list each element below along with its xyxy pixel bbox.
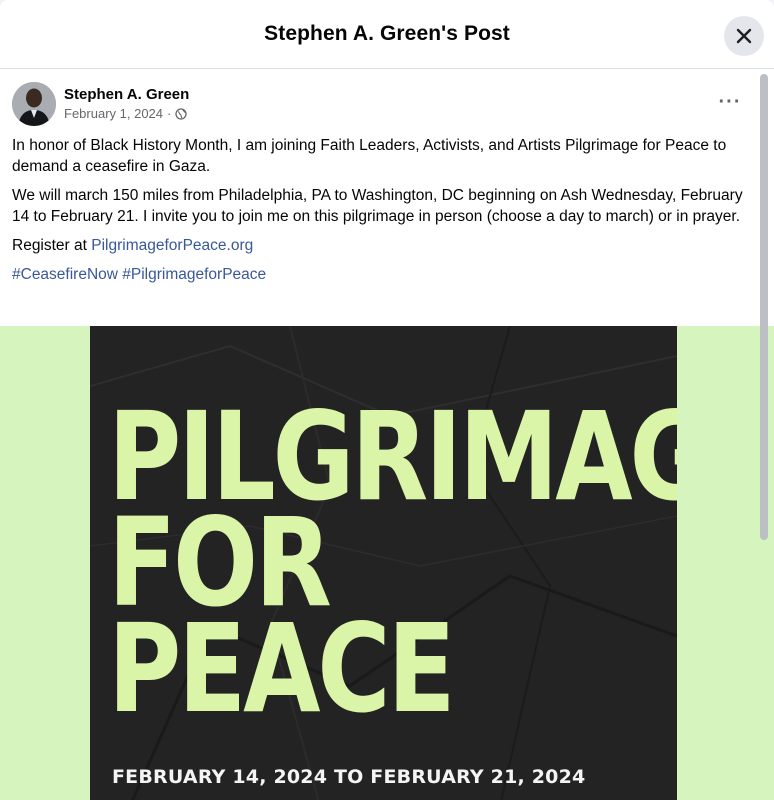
more-options-icon: ··· [718, 90, 742, 113]
dialog-header: Stephen A. Green's Post [0, 0, 774, 69]
post-date[interactable]: February 1, 2024 [64, 105, 163, 123]
post-dialog: Stephen A. Green's Post Stephen A. Green… [0, 0, 774, 800]
close-icon [736, 28, 752, 44]
hashtag-link[interactable]: #PilgrimageforPeace [122, 266, 266, 283]
post-media[interactable]: PILGRIMAGE FOR PEACE FEBRUARY 14, 2024 T… [0, 326, 774, 800]
avatar[interactable] [12, 82, 56, 126]
post-header: Stephen A. Green February 1, 2024 · [12, 82, 189, 126]
scrollbar-thumb[interactable] [760, 74, 768, 540]
avatar-image [12, 82, 56, 126]
poster-dates: FEBRUARY 14, 2024 TO FEBRUARY 21, 2024 [112, 766, 586, 788]
globe-icon[interactable] [175, 108, 188, 120]
post-meta: February 1, 2024 · [64, 105, 189, 123]
post-paragraph: We will march 150 miles from Philadelphi… [12, 187, 743, 225]
post-paragraph: In honor of Black History Month, I am jo… [12, 137, 727, 175]
post-scroll-area[interactable]: Stephen A. Green February 1, 2024 · ··· … [0, 70, 774, 800]
poster-headline: PILGRIMAGE FOR PEACE [108, 396, 677, 740]
register-prefix: Register at [12, 237, 92, 254]
hashtag-line: #CeasefireNow #PilgrimageforPeace [12, 264, 752, 285]
author-name[interactable]: Stephen A. Green [64, 85, 189, 105]
hashtag-link[interactable]: #CeasefireNow [12, 266, 118, 283]
register-link[interactable]: PilgrimageforPeace.org [91, 237, 253, 254]
more-options-button[interactable]: ··· [712, 90, 748, 114]
dialog-title: Stephen A. Green's Post [264, 22, 510, 45]
poster-image[interactable]: PILGRIMAGE FOR PEACE FEBRUARY 14, 2024 T… [90, 326, 677, 800]
author-block: Stephen A. Green February 1, 2024 · [64, 85, 189, 123]
register-line: Register at PilgrimageforPeace.org [12, 235, 752, 256]
close-button[interactable] [724, 16, 764, 56]
poster-headline-line: PEACE [108, 598, 456, 740]
post-text: In honor of Black History Month, I am jo… [12, 135, 752, 293]
meta-separator: · [167, 106, 172, 121]
